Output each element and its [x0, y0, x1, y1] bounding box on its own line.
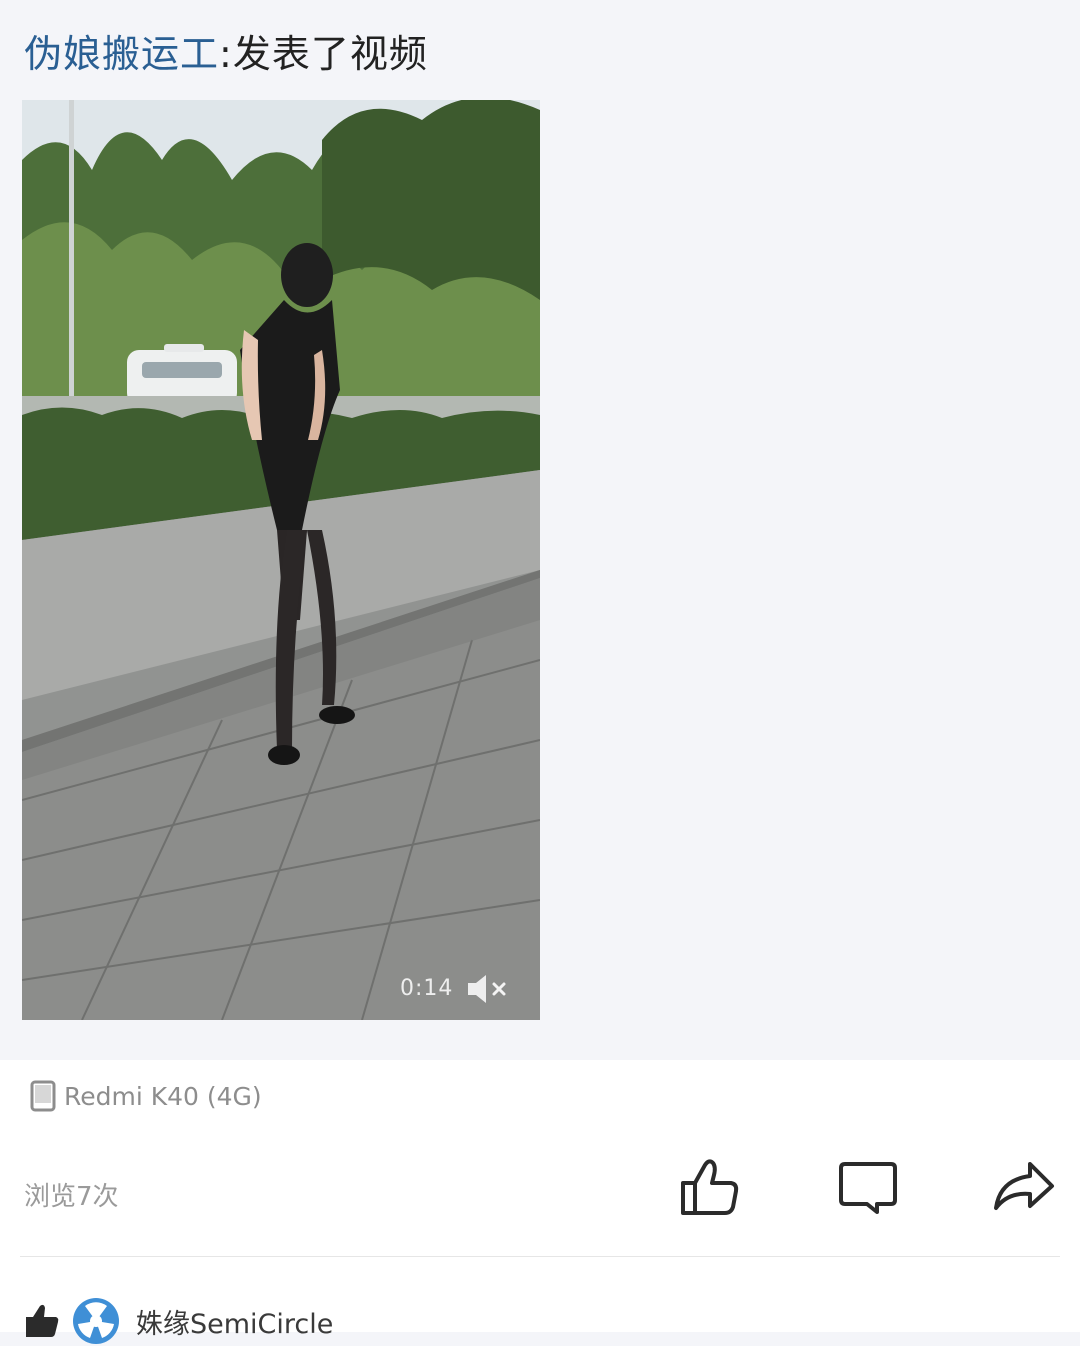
liked-thumb-icon — [26, 1304, 59, 1337]
liker-name[interactable]: 姝缘SemiCircle — [136, 1302, 333, 1341]
post-action-text: 发表了视频 — [232, 32, 428, 76]
post-content: 伪娘搬运工:发表了视频 0:14 — [0, 0, 1080, 1060]
post-title: 伪娘搬运工:发表了视频 — [24, 28, 428, 80]
share-button[interactable] — [992, 1156, 1056, 1220]
author-name[interactable]: 伪娘搬运工 — [24, 32, 219, 76]
mute-button[interactable] — [466, 972, 512, 1006]
video-thumbnail — [22, 100, 540, 1020]
video-player[interactable]: 0:14 — [22, 100, 540, 1020]
comment-bubble-icon — [839, 1162, 897, 1214]
device-name: Redmi K40 (4G) — [64, 1081, 262, 1111]
title-separator: : — [219, 32, 233, 76]
speaker-muted-icon — [468, 975, 506, 1003]
post-footer: Redmi K40 (4G) 浏览7次 姝缘SemiCircle — [0, 1060, 1080, 1344]
comment-button[interactable] — [836, 1156, 900, 1220]
phone-icon — [30, 1080, 56, 1112]
user-avatar[interactable] — [72, 1297, 120, 1345]
video-duration: 0:14 — [400, 976, 454, 1001]
liker-list: 姝缘SemiCircle — [24, 1296, 333, 1346]
like-button[interactable] — [678, 1156, 742, 1220]
thumbs-up-icon — [681, 1159, 739, 1215]
share-arrow-icon — [994, 1162, 1054, 1210]
divider — [20, 1256, 1060, 1257]
view-count: 浏览7次 — [24, 1182, 119, 1212]
device-info: Redmi K40 (4G) — [30, 1078, 262, 1114]
